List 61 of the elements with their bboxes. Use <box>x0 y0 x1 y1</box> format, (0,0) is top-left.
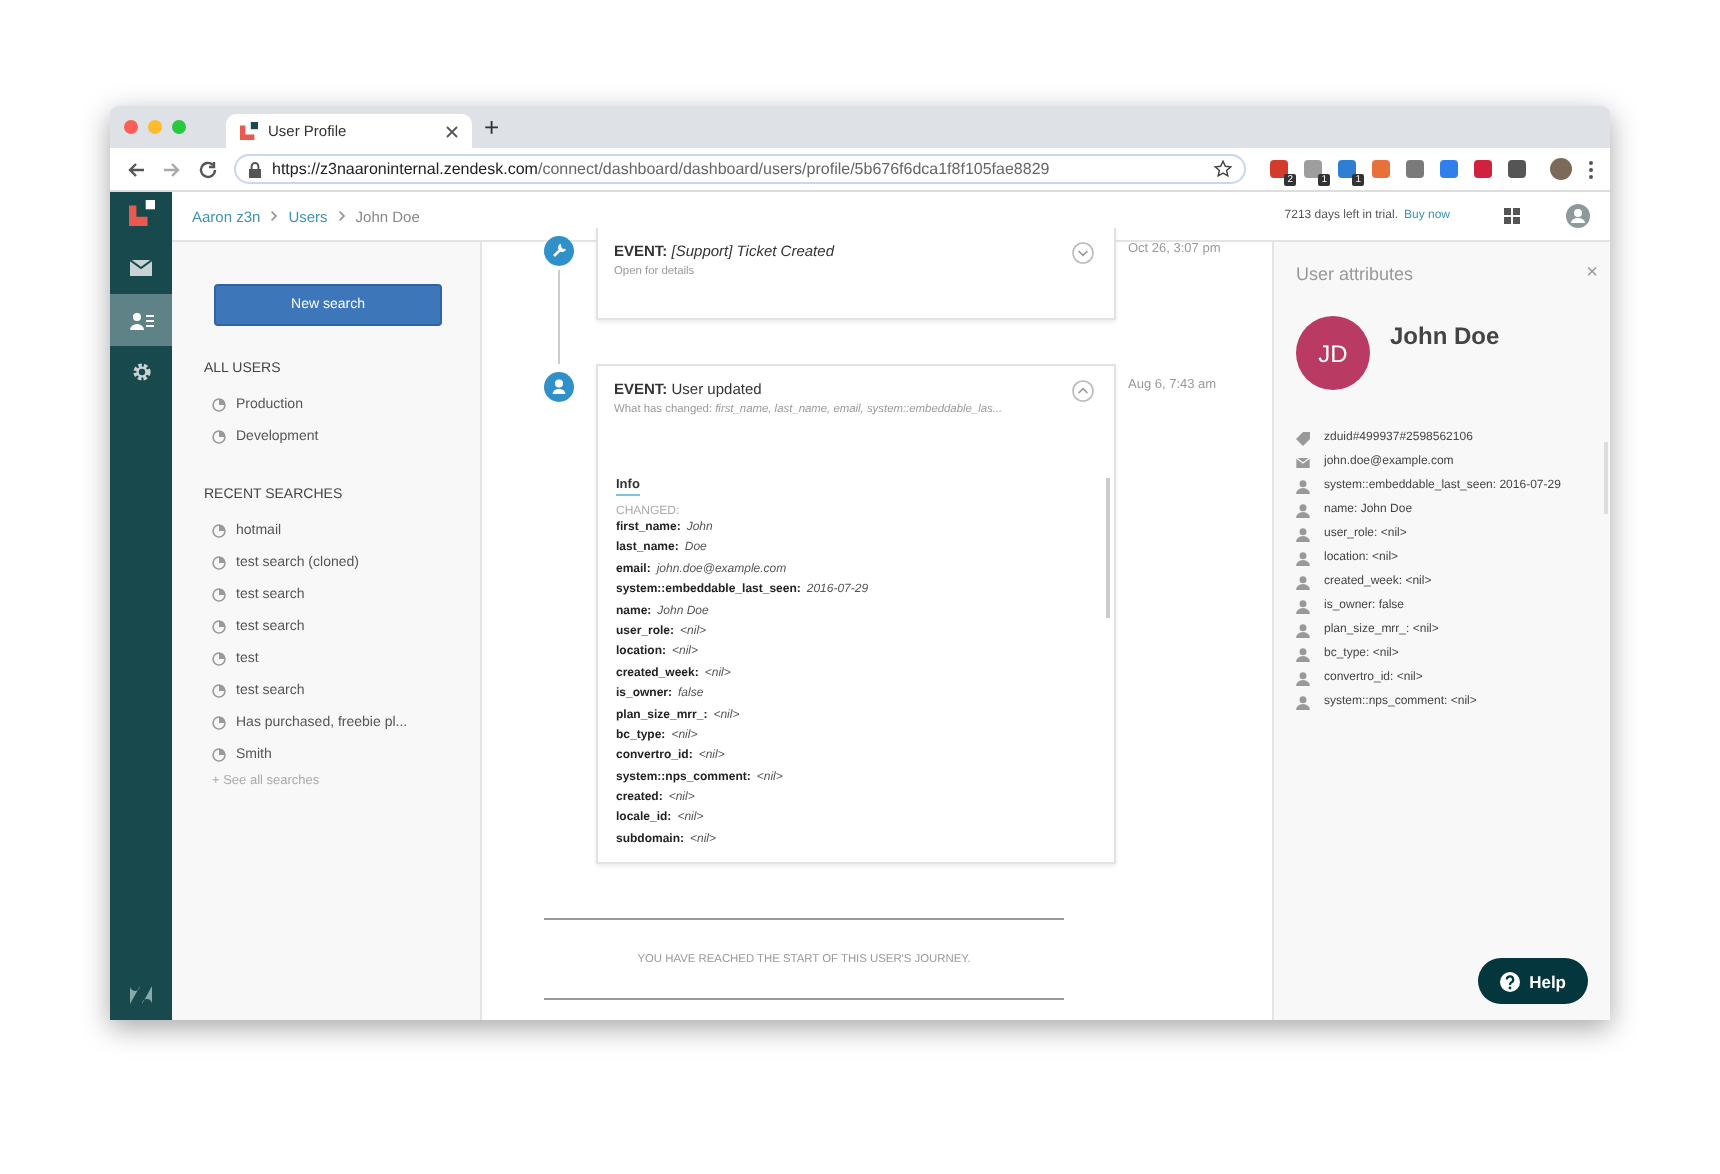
extension-icon[interactable] <box>1508 160 1526 178</box>
user-badge-icon <box>544 372 574 402</box>
person-icon <box>1296 479 1310 493</box>
scrollbar[interactable] <box>1604 442 1608 514</box>
person-icon <box>1296 623 1310 637</box>
person-icon <box>1296 575 1310 589</box>
pie-chart-icon <box>212 715 226 729</box>
logo-icon[interactable] <box>127 200 155 226</box>
address-bar[interactable]: https://z3naaroninternal.zendesk.com/connect/dashboard/dashboard/users/profile/5b676f6dca1f8f105fae8829 <box>234 154 1246 184</box>
reload-icon[interactable] <box>198 159 218 179</box>
account-avatar-icon[interactable] <box>1566 204 1590 228</box>
tag-icon <box>1296 431 1310 445</box>
pie-chart-icon <box>212 619 226 633</box>
person-icon <box>1296 551 1310 565</box>
close-window-icon[interactable] <box>124 120 138 134</box>
person-icon <box>1296 671 1310 685</box>
pie-chart-icon <box>212 523 226 537</box>
person-icon <box>1296 527 1310 541</box>
pie-chart-icon <box>212 429 226 443</box>
help-button[interactable]: Help <box>1477 958 1588 1004</box>
pie-chart-icon <box>212 747 226 761</box>
extension-icon[interactable] <box>1440 160 1458 178</box>
chevron-icon <box>270 210 279 222</box>
extension-icon[interactable] <box>1406 160 1424 178</box>
envelope-icon <box>130 260 152 276</box>
gear-icon <box>131 362 151 382</box>
wrench-badge-icon <box>544 236 574 266</box>
scrollbar[interactable] <box>1106 478 1110 618</box>
menu-icon[interactable] <box>1588 159 1594 179</box>
help-icon <box>1499 971 1520 991</box>
event-card[interactable] <box>596 364 1116 865</box>
profile-avatar-icon[interactable] <box>1550 158 1572 180</box>
person-icon <box>1296 503 1310 517</box>
pie-chart-icon <box>212 397 226 411</box>
user-list-icon <box>129 311 153 329</box>
person-icon <box>1296 599 1310 613</box>
logo-icon <box>240 122 258 140</box>
extension-icon[interactable] <box>1372 160 1390 178</box>
collapse-chevron-icon[interactable] <box>1072 380 1094 402</box>
user-name: John Doe <box>1390 322 1500 350</box>
envelope-icon <box>1296 457 1310 467</box>
expand-chevron-icon[interactable] <box>1072 242 1094 264</box>
zoom-window-icon[interactable] <box>172 120 186 134</box>
back-icon[interactable] <box>126 159 146 179</box>
lock-icon <box>248 161 262 177</box>
new-tab-button[interactable]: + <box>484 114 500 140</box>
extension-icon[interactable] <box>1474 160 1492 178</box>
users-nav-item[interactable] <box>110 294 172 346</box>
pie-chart-icon <box>212 651 226 665</box>
chevron-icon <box>337 210 346 222</box>
person-icon <box>1296 647 1310 661</box>
pie-chart-icon <box>212 555 226 569</box>
avatar-initials: JD <box>1296 316 1370 390</box>
panel-title: User attributes <box>1296 263 1414 283</box>
person-icon <box>1296 695 1310 709</box>
bookmark-star-icon[interactable] <box>1214 160 1232 178</box>
close-tab-icon[interactable] <box>446 125 458 137</box>
apps-grid-icon[interactable] <box>1504 208 1520 224</box>
pie-chart-icon <box>212 683 226 697</box>
pie-chart-icon <box>212 587 226 601</box>
forward-icon[interactable] <box>162 159 182 179</box>
